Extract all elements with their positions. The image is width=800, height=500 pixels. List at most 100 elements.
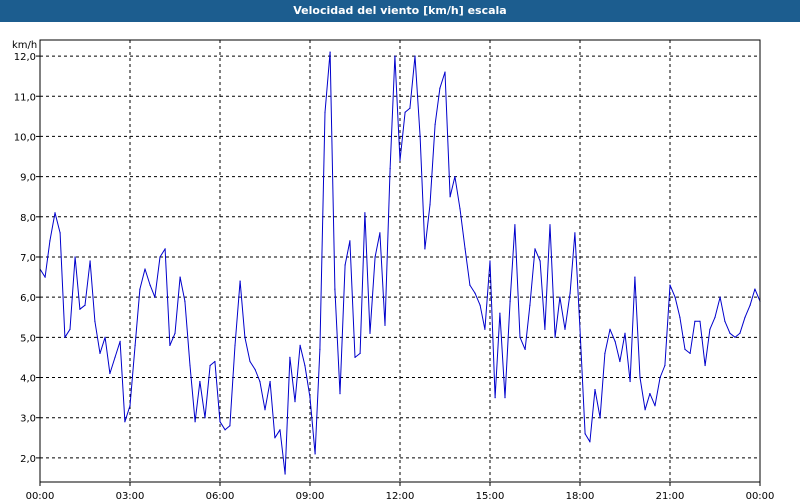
data-point — [464, 248, 466, 250]
data-point — [104, 336, 106, 338]
data-point — [89, 260, 91, 262]
data-point — [309, 397, 311, 399]
data-point — [344, 264, 346, 266]
data-point — [629, 380, 631, 383]
data-point — [589, 441, 591, 443]
data-point — [119, 340, 121, 342]
data-point — [404, 111, 406, 113]
data-point — [264, 409, 266, 411]
x-axis-ticks: 00:0026/05/2603:0026/05/2606:0026/05/260… — [26, 482, 774, 500]
y-axis-ticks: 2,0 3,0 4,0 5,0 6,0 7,0 8,0 9,0 10,0 11,0 12,0 — [14, 52, 40, 465]
data-point — [749, 304, 751, 306]
data-point — [444, 71, 446, 73]
data-point — [694, 320, 696, 322]
data-point — [634, 276, 636, 278]
data-point — [209, 364, 211, 367]
data-point — [649, 393, 651, 395]
data-point — [254, 368, 256, 371]
data-point — [519, 336, 521, 338]
data-point — [669, 284, 671, 286]
data-point — [319, 348, 321, 350]
y-tick-label: 4,0 — [20, 374, 36, 385]
y-tick-label: 6,0 — [20, 293, 36, 304]
data-point — [414, 55, 416, 57]
y-tick-label: 9,0 — [20, 173, 36, 184]
y-tick-label: 5,0 — [20, 333, 36, 344]
data-point — [59, 232, 61, 234]
data-point — [604, 352, 606, 354]
data-point — [214, 360, 216, 363]
data-point — [184, 300, 186, 302]
data-point — [134, 344, 136, 346]
data-point — [594, 389, 596, 391]
x-tick-time-label: 06:00 — [206, 491, 235, 500]
data-point — [349, 240, 351, 242]
data-point — [169, 344, 171, 346]
data-point — [674, 296, 676, 298]
data-point — [754, 288, 756, 290]
data-point — [534, 248, 536, 250]
data-point — [399, 159, 401, 162]
data-point — [229, 425, 231, 427]
data-point — [234, 344, 236, 346]
data-point — [619, 360, 621, 363]
data-point — [524, 348, 526, 350]
data-point — [544, 328, 546, 330]
data-point — [129, 405, 131, 407]
data-point — [684, 348, 686, 350]
chart-title: Velocidad del viento [km/h] escala — [0, 0, 800, 22]
data-point — [429, 204, 431, 206]
y-tick-label: 12,0 — [14, 52, 36, 63]
data-point — [409, 107, 411, 109]
data-point — [189, 364, 191, 367]
data-point — [479, 304, 481, 306]
data-point — [374, 256, 376, 258]
data-point — [339, 393, 341, 395]
data-point — [719, 296, 721, 298]
x-tick-time-label: 18:00 — [566, 491, 595, 500]
data-point — [324, 111, 326, 113]
data-point — [139, 288, 141, 290]
data-point — [124, 421, 126, 423]
data-point — [419, 135, 421, 137]
data-point — [244, 336, 246, 338]
gridlines — [40, 40, 760, 482]
data-point — [154, 296, 156, 298]
data-point — [689, 352, 691, 354]
data-point — [44, 276, 46, 278]
data-point — [614, 340, 616, 342]
data-point — [199, 380, 201, 383]
y-tick-label: 8,0 — [20, 213, 36, 224]
data-point — [299, 344, 301, 346]
data-point — [724, 320, 726, 322]
data-point — [329, 51, 331, 53]
data-point — [159, 256, 161, 258]
data-point — [74, 256, 76, 258]
data-point — [354, 356, 356, 358]
data-point — [204, 417, 206, 419]
data-point — [679, 316, 681, 318]
data-point — [94, 320, 96, 322]
data-point — [314, 453, 316, 455]
data-point — [149, 284, 151, 286]
data-point — [584, 433, 586, 435]
data-point — [259, 380, 261, 383]
data-point — [49, 240, 51, 242]
data-point — [489, 260, 491, 262]
data-point — [289, 356, 291, 358]
data-point — [224, 429, 226, 431]
data-point — [334, 288, 336, 290]
data-point — [269, 380, 271, 383]
data-point — [219, 421, 221, 423]
data-point — [729, 332, 731, 334]
y-tick-label: 10,0 — [14, 132, 36, 143]
x-tick-time-label: 21:00 — [656, 491, 685, 500]
data-point — [179, 276, 181, 278]
data-point — [359, 352, 361, 354]
data-point — [284, 473, 286, 475]
data-point — [364, 212, 366, 214]
data-point — [474, 292, 476, 294]
data-point — [539, 260, 541, 262]
data-point — [109, 372, 111, 375]
data-point — [664, 364, 666, 367]
